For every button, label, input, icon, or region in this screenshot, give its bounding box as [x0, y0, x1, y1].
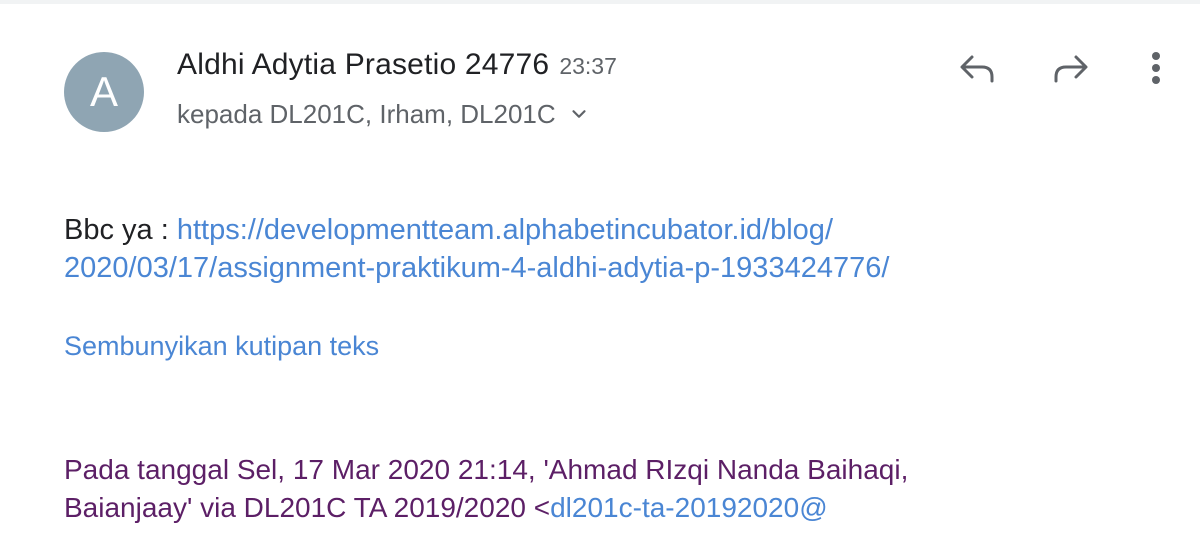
sender-name[interactable]: Aldhi Adytia Prasetio 24776 [177, 48, 549, 82]
more-options-button[interactable] [1134, 46, 1178, 90]
reply-icon [960, 55, 994, 83]
blog-link-continued[interactable]: 2020/03/17/assignment-praktikum-4-aldhi-… [64, 252, 889, 284]
recipients-text: kepada DL201C, Irham, DL201C [177, 98, 556, 129]
body-line-2: 2020/03/17/assignment-praktikum-4-aldhi-… [64, 249, 889, 287]
forward-icon [1054, 55, 1088, 83]
body-line-1: Bbc ya : https://developmentteam.alphabe… [64, 211, 833, 249]
quote-line-2-text: Baianjaay' via DL201C TA 2019/2020 < [64, 492, 551, 523]
hide-quoted-text-link[interactable]: Sembunyikan kutipan teks [64, 331, 379, 362]
recipients-toggle[interactable]: kepada DL201C, Irham, DL201C [177, 96, 590, 132]
quote-header-line-1: Pada tanggal Sel, 17 Mar 2020 21:14, 'Ah… [64, 454, 909, 485]
email-time: 23:37 [559, 53, 617, 79]
avatar[interactable]: A [64, 52, 144, 132]
body-prefix: Bbc ya : [64, 214, 177, 246]
quote-header-line-2: Baianjaay' via DL201C TA 2019/2020 <dl20… [64, 489, 828, 527]
top-divider [0, 0, 1200, 4]
forward-button[interactable] [1050, 46, 1094, 90]
chevron-down-icon[interactable] [568, 103, 590, 125]
group-email-link[interactable]: dl201c-ta-20192020@ [550, 492, 828, 523]
blog-link[interactable]: https://developmentteam.alphabetincubato… [177, 214, 833, 246]
sender-row: Aldhi Adytia Prasetio 24776 23:37 [177, 48, 617, 88]
reply-button[interactable] [954, 46, 998, 90]
more-vert-icon [1152, 52, 1160, 84]
